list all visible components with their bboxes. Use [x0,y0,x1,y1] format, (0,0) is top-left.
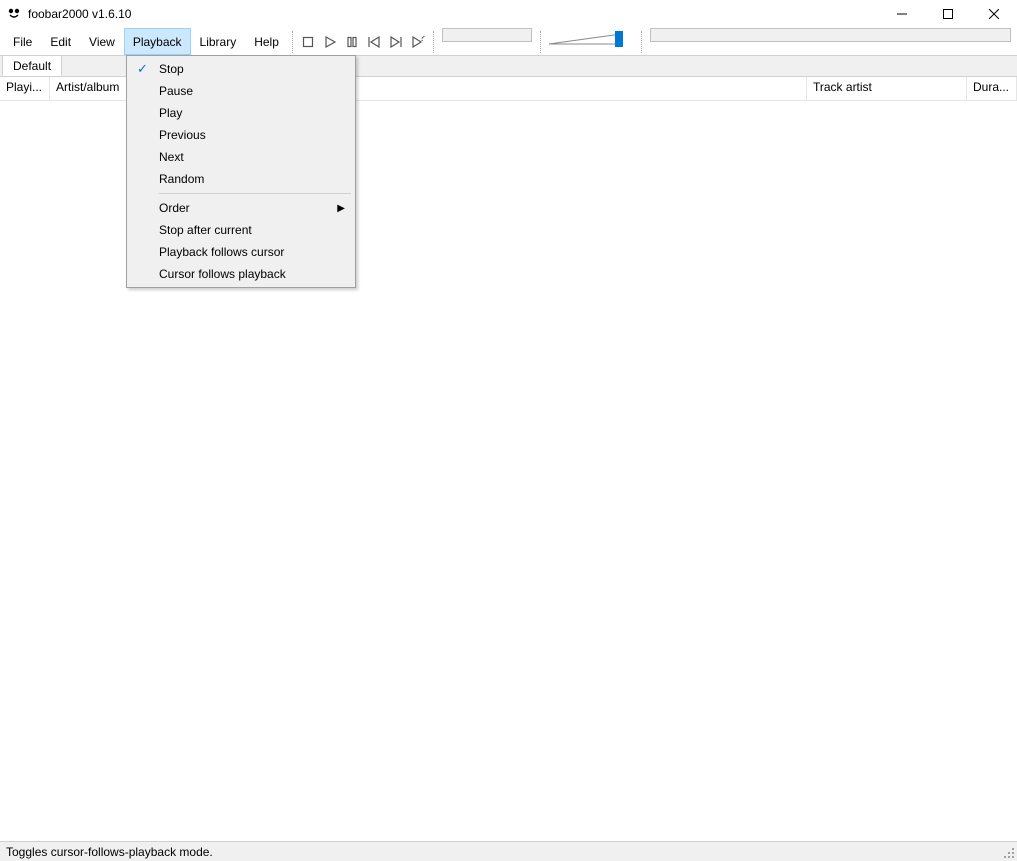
window-title: foobar2000 v1.6.10 [28,7,131,21]
menu-item-playback-follows-cursor[interactable]: Playback follows cursor [129,241,353,263]
playback-dropdown: ✓ Stop Pause Play Previous Next Random O… [126,55,356,288]
random-icon: ? [411,36,425,48]
toolbar-separator [433,31,434,53]
play-icon [324,36,336,48]
menu-item-label: Stop after current [159,223,252,237]
menu-library[interactable]: Library [191,28,246,55]
menu-view[interactable]: View [80,28,124,55]
toolbar-separator [540,31,541,53]
menu-item-label: Playback follows cursor [159,245,284,259]
status-bar: Toggles cursor-follows-playback mode. [0,841,1017,861]
volume-track-icon [549,32,621,46]
progress-bar[interactable] [650,28,1011,42]
menu-edit[interactable]: Edit [41,28,80,55]
menu-file[interactable]: File [4,28,41,55]
menu-separator [159,193,351,194]
menu-item-order[interactable]: Order ▶ [129,197,353,219]
status-text: Toggles cursor-follows-playback mode. [6,845,213,859]
menu-playback[interactable]: Playback [124,28,191,55]
close-button[interactable] [971,0,1017,28]
seek-bar[interactable] [442,28,532,42]
tab-default[interactable]: Default [2,55,62,76]
play-button[interactable] [319,31,341,53]
menu-item-stop-after-current[interactable]: Stop after current [129,219,353,241]
menu-item-stop[interactable]: ✓ Stop [129,58,353,80]
menu-help[interactable]: Help [245,28,288,55]
menu-item-label: Stop [159,62,184,76]
resize-grip-icon[interactable] [1003,847,1015,859]
menu-item-label: Play [159,106,182,120]
menu-item-label: Pause [159,84,193,98]
previous-button[interactable] [363,31,385,53]
previous-icon [367,36,381,48]
menu-item-next[interactable]: Next [129,146,353,168]
menu-item-label: Cursor follows playback [159,267,286,281]
maximize-button[interactable] [925,0,971,28]
pause-button[interactable] [341,31,363,53]
menu-bar: File Edit View Playback Library Help [0,28,288,55]
title-bar: foobar2000 v1.6.10 [0,0,1017,28]
menu-item-label: Random [159,172,204,186]
menu-item-previous[interactable]: Previous [129,124,353,146]
menu-toolbar-row: File Edit View Playback Library Help ? [0,28,1017,55]
menu-item-label: Next [159,150,184,164]
volume-thumb[interactable] [615,31,623,47]
random-button[interactable]: ? [407,31,429,53]
volume-slider[interactable] [549,28,633,50]
stop-icon [302,36,314,48]
app-icon [6,6,22,22]
check-icon: ✓ [137,61,148,77]
minimize-button[interactable] [879,0,925,28]
column-playing[interactable]: Playi... [0,77,50,100]
toolbar-separator [641,31,642,53]
pause-icon [346,36,358,48]
menu-item-cursor-follows-playback[interactable]: Cursor follows playback [129,263,353,285]
playback-toolbar: ? [297,28,429,55]
submenu-arrow-icon: ▶ [337,203,345,214]
svg-text:?: ? [419,36,425,44]
stop-button[interactable] [297,31,319,53]
column-track-artist[interactable]: Track artist [807,77,967,100]
toolbar-separator [292,31,293,53]
menu-item-pause[interactable]: Pause [129,80,353,102]
next-icon [389,36,403,48]
menu-item-label: Order [159,201,190,215]
column-duration[interactable]: Dura... [967,77,1017,100]
menu-item-play[interactable]: Play [129,102,353,124]
menu-item-label: Previous [159,128,206,142]
menu-item-random[interactable]: Random [129,168,353,190]
next-button[interactable] [385,31,407,53]
